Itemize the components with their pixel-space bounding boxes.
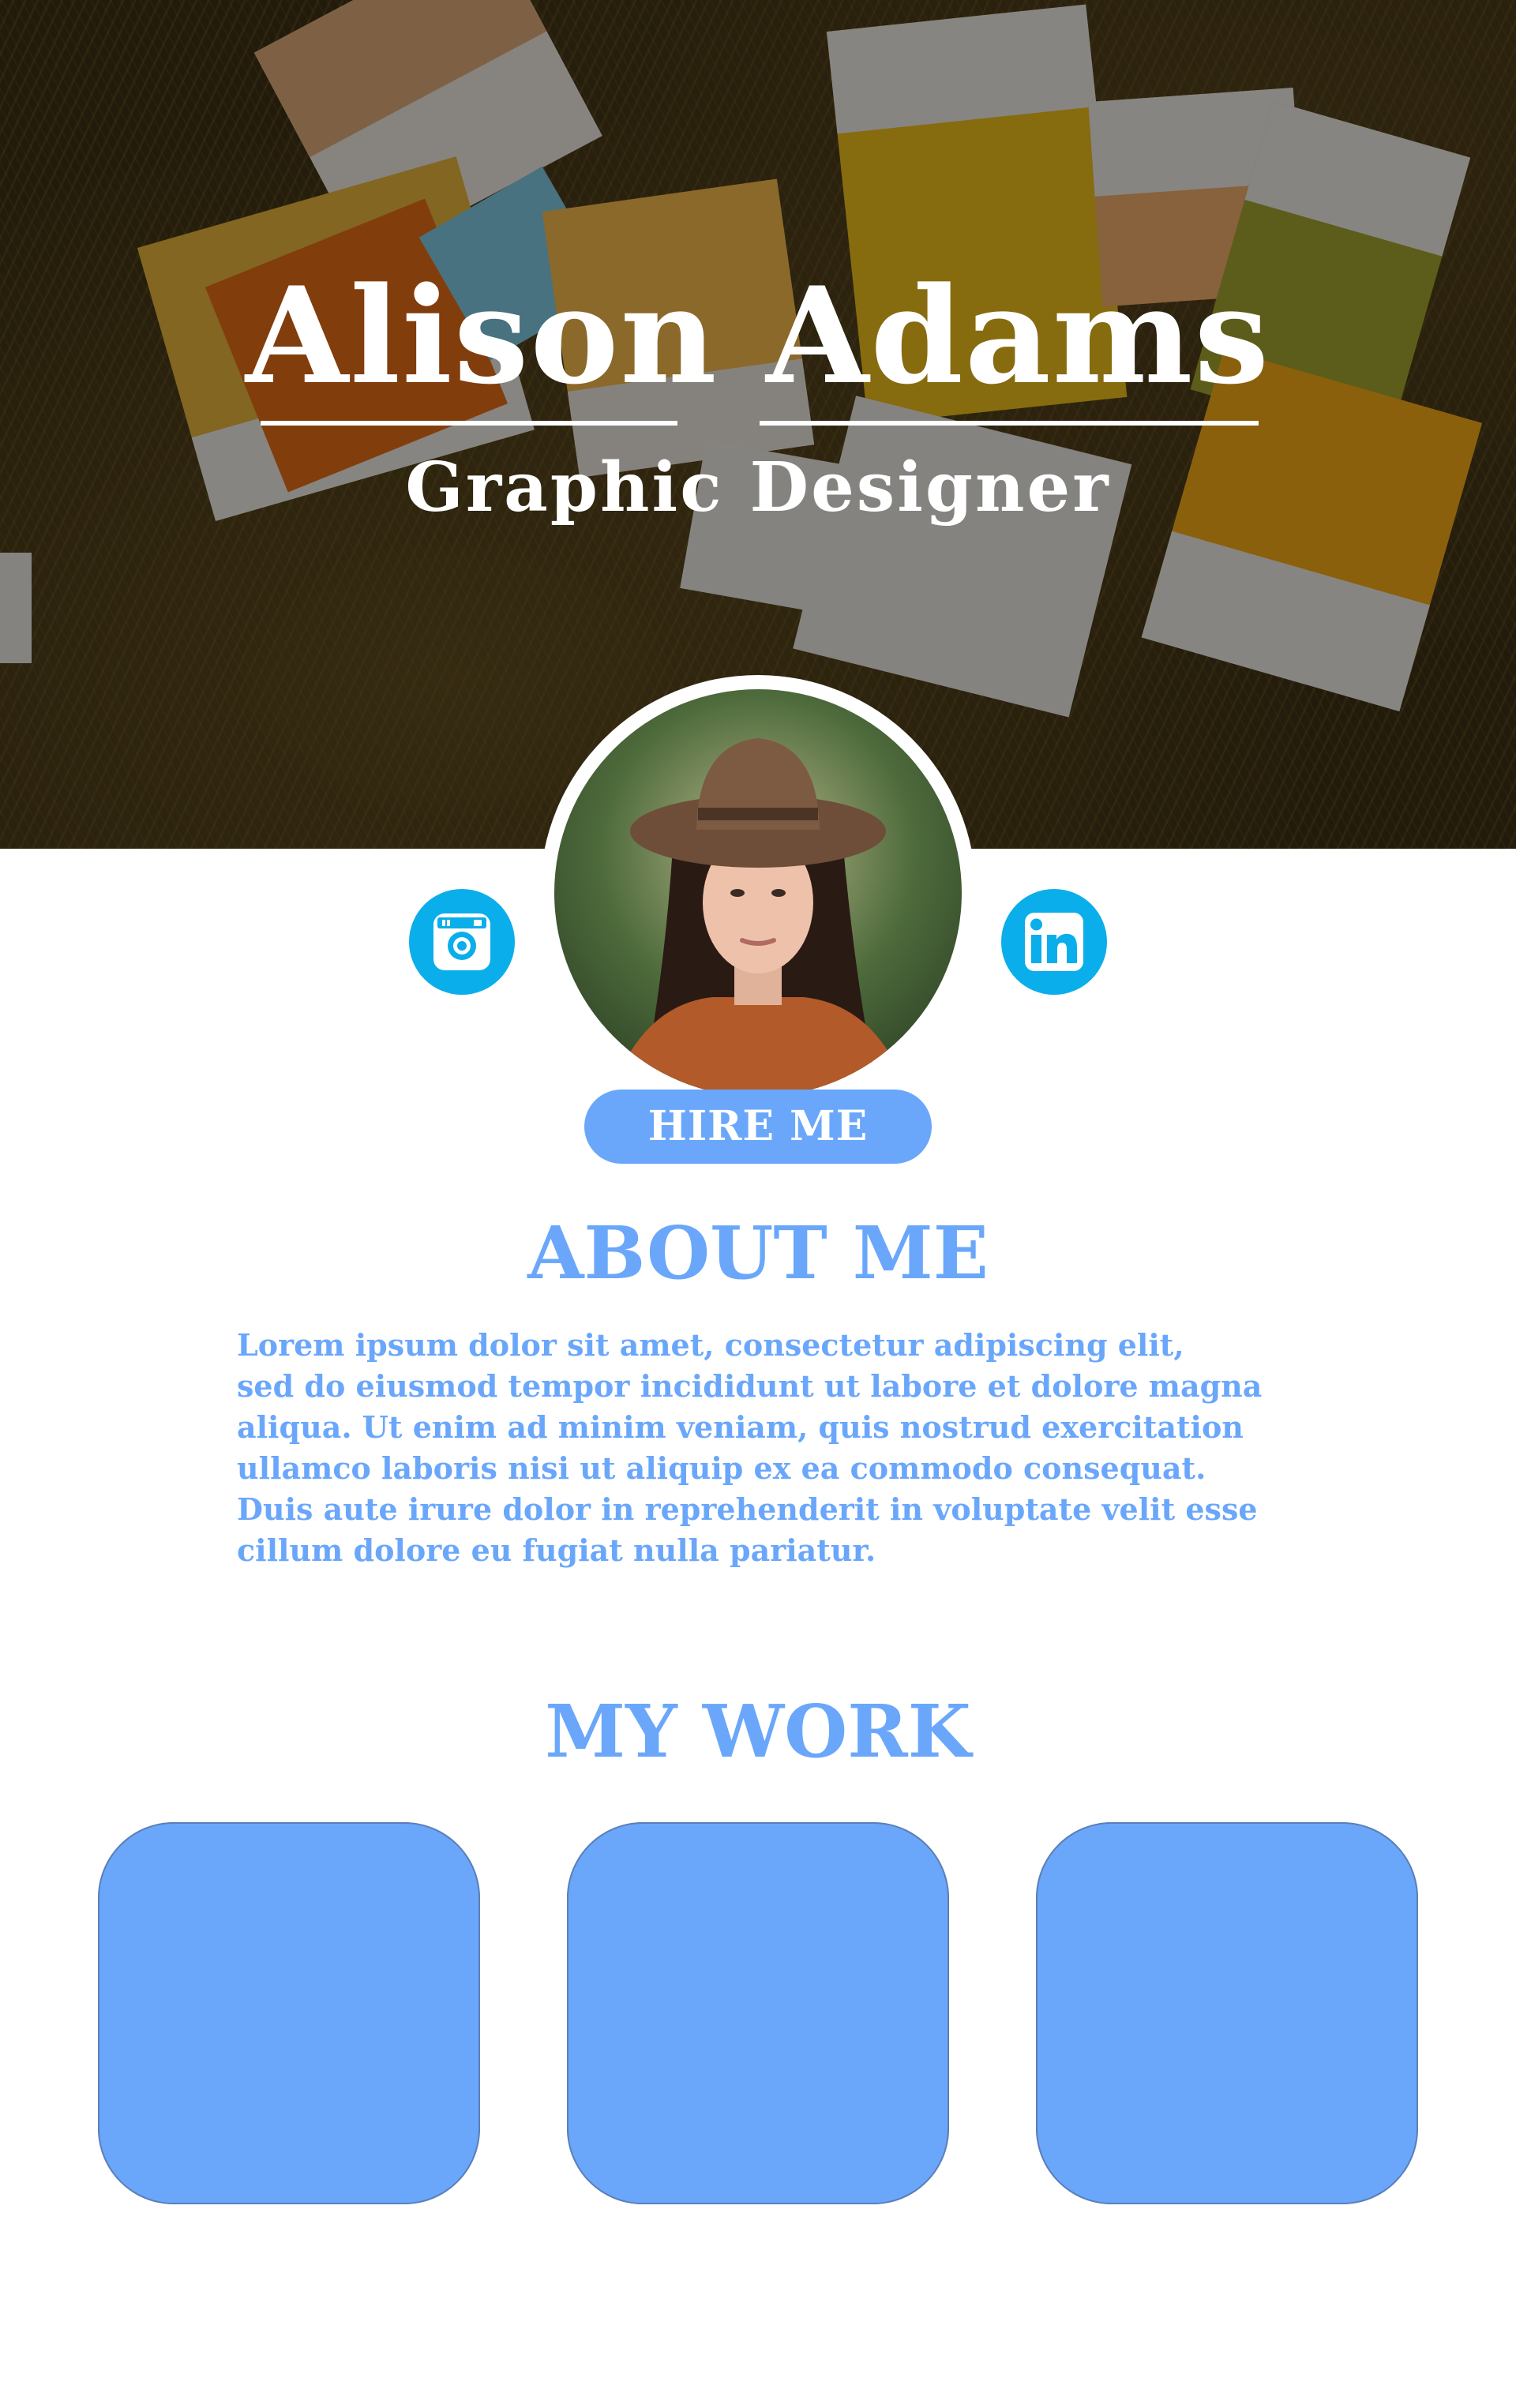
instagram-button[interactable]: [409, 889, 515, 995]
about-line: Duis aute irure dolor in reprehenderit i…: [237, 1491, 1258, 1527]
linkedin-icon: [1025, 913, 1083, 971]
work-tile-3[interactable]: [1036, 1822, 1418, 2204]
about-line: sed do eiusmod tempor incididunt ut labo…: [237, 1368, 1263, 1404]
hero-name: Alison Adams: [245, 257, 1271, 414]
hire-me-button[interactable]: HIRE ME: [584, 1090, 932, 1164]
avatar: [554, 689, 962, 1097]
about-text: Lorem ipsum dolor sit amet, consectetur …: [237, 1325, 1295, 1571]
instagram-icon: [433, 913, 490, 970]
about-line: cillum dolore eu fugiat nulla pariatur.: [237, 1532, 876, 1568]
title-underline-left: [261, 421, 677, 426]
about-line: ullamco laboris nisi ut aliquip ex ea co…: [237, 1450, 1206, 1486]
portfolio-page: Alison Adams Graphic Designer HIRE ME AB…: [0, 0, 1516, 2408]
about-line: aliqua. Ut enim ad minim veniam, quis no…: [237, 1409, 1244, 1445]
work-tile-1[interactable]: [98, 1822, 480, 2204]
title-underline-right: [760, 421, 1259, 426]
portrait-image: [554, 689, 962, 1097]
about-heading: ABOUT ME: [527, 1210, 989, 1296]
work-heading: MY WORK: [545, 1689, 971, 1774]
linkedin-button[interactable]: [1001, 889, 1107, 995]
about-line: Lorem ipsum dolor sit amet, consectetur …: [237, 1327, 1184, 1363]
work-tile-2[interactable]: [567, 1822, 949, 2204]
hero-role: Graphic Designer: [405, 448, 1111, 527]
